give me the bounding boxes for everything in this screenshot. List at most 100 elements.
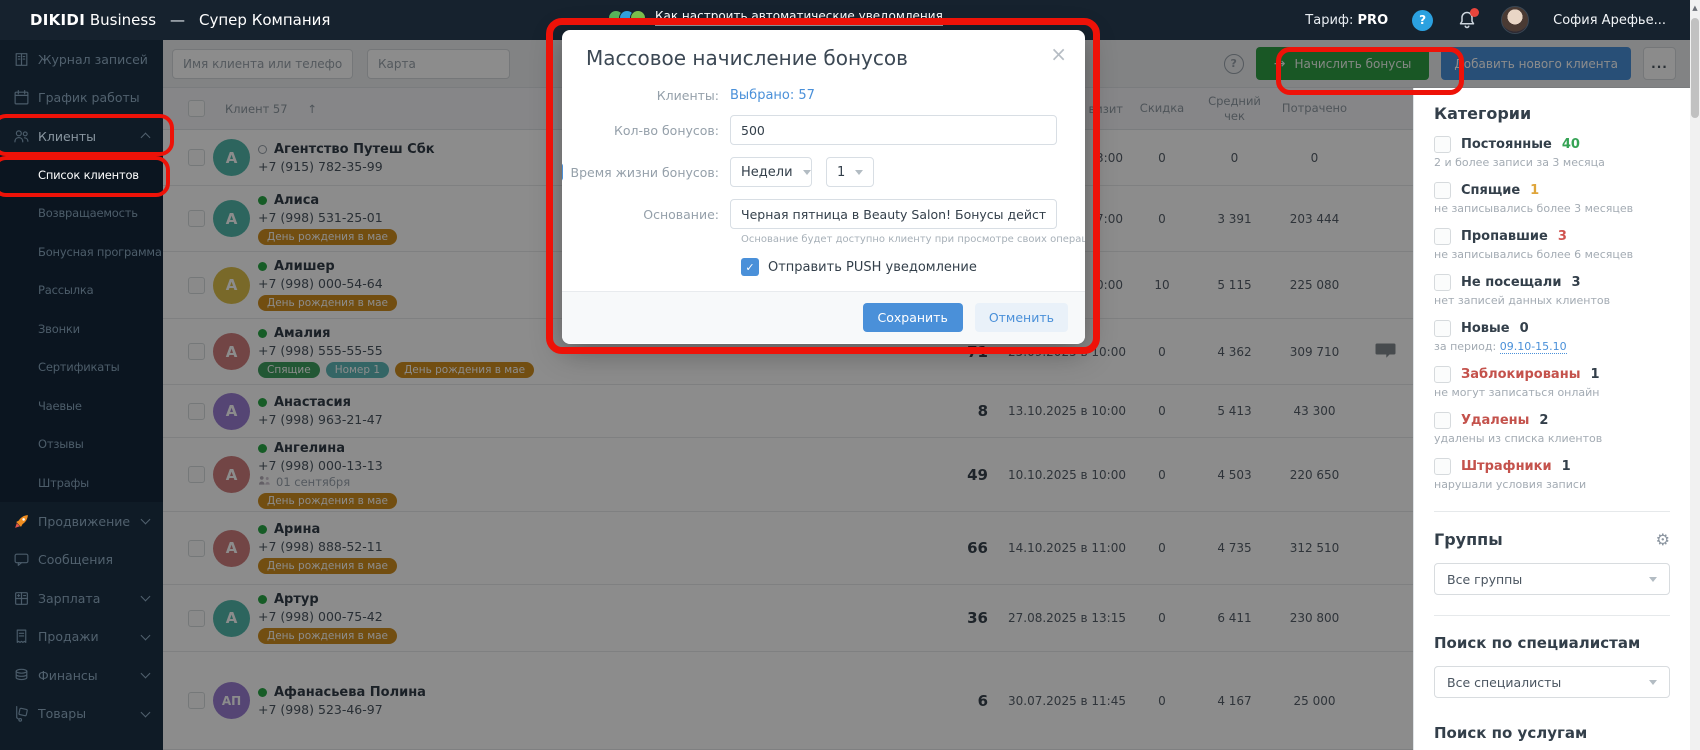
scrollbar-thumb[interactable] bbox=[1691, 18, 1699, 118]
push-checkbox[interactable] bbox=[741, 258, 759, 276]
brand-name: DIKIDI bbox=[30, 11, 85, 29]
sidebar-item-sales[interactable]: Продажи bbox=[0, 618, 163, 657]
amount-label: Кол-во бонусов: bbox=[562, 123, 730, 138]
chevron-down-icon bbox=[1649, 577, 1657, 582]
tariff-value: PRO bbox=[1358, 13, 1389, 28]
close-icon[interactable]: × bbox=[1050, 44, 1067, 64]
groups-select[interactable]: Все группы bbox=[1434, 563, 1670, 595]
bonus-amount-input[interactable] bbox=[730, 115, 1057, 145]
category-label: Не посещали bbox=[1461, 275, 1561, 290]
category-checkbox[interactable] bbox=[1434, 458, 1451, 475]
specialists-title: Поиск по специалистам bbox=[1434, 634, 1670, 652]
sidebar-item-calls[interactable]: Звонки bbox=[0, 310, 163, 349]
company-name[interactable]: Супер Компания bbox=[199, 11, 330, 29]
category-label: Заблокированы bbox=[1461, 367, 1580, 382]
sidebar-item-salary[interactable]: Зарплата bbox=[0, 579, 163, 618]
chevron-up-icon bbox=[141, 133, 151, 143]
user-name[interactable]: София Арефье... bbox=[1553, 13, 1666, 28]
sidebar-item-label: Возвращаемость bbox=[38, 206, 138, 220]
sidebar-item-label: Клиенты bbox=[38, 129, 96, 144]
cancel-button[interactable]: Отменить bbox=[975, 303, 1068, 332]
category-regular: Постоянные402 и более записи за 3 месяца bbox=[1434, 136, 1670, 169]
category-checkbox[interactable] bbox=[1434, 274, 1451, 291]
scroll-up-icon[interactable] bbox=[1690, 0, 1700, 12]
divider bbox=[1434, 511, 1670, 512]
selected-clients-link[interactable]: Выбрано: 57 bbox=[730, 88, 815, 103]
category-count: 40 bbox=[1562, 137, 1580, 152]
lifetime-label: Время жизни бонусов: bbox=[562, 163, 730, 181]
sidebar-item-bonus-program[interactable]: Бонусная программа bbox=[0, 233, 163, 272]
sidebar-item-label: Сообщения bbox=[38, 552, 113, 567]
groups-title: Группы bbox=[1434, 530, 1503, 549]
scrollbar[interactable] bbox=[1690, 0, 1700, 750]
help-icon[interactable]: ? bbox=[1412, 10, 1433, 31]
category-checkbox[interactable] bbox=[1434, 366, 1451, 383]
sidebar-item-label: Список клиентов bbox=[38, 168, 139, 182]
save-button[interactable]: Сохранить bbox=[863, 303, 963, 332]
gear-icon[interactable] bbox=[1656, 530, 1670, 549]
sidebar-item-schedule[interactable]: График работы bbox=[0, 79, 163, 118]
services-title: Поиск по услугам bbox=[1434, 724, 1670, 742]
clients-icon bbox=[13, 128, 30, 145]
category-label: Спящие bbox=[1461, 183, 1520, 198]
category-not-visited: Не посещали3нет записей данных клиентов bbox=[1434, 274, 1670, 307]
lifetime-unit-select[interactable]: Недели bbox=[730, 157, 812, 187]
user-avatar[interactable] bbox=[1501, 6, 1529, 34]
promo-banner[interactable]: Как настроить автоматические уведомления bbox=[608, 9, 943, 26]
category-checkbox[interactable] bbox=[1434, 136, 1451, 153]
sidebar-item-client-list[interactable]: Список клиентов bbox=[0, 156, 163, 195]
sidebar-item-label: Финансы bbox=[38, 668, 98, 683]
category-description: удалены из списка клиентов bbox=[1434, 432, 1670, 445]
specialists-select[interactable]: Все специалисты bbox=[1434, 666, 1670, 698]
promo-link[interactable]: Как настроить автоматические уведомления bbox=[655, 9, 943, 26]
sidebar-item-finance[interactable]: Финансы bbox=[0, 656, 163, 695]
category-description: не могут записаться онлайн bbox=[1434, 386, 1670, 399]
divider bbox=[1434, 615, 1670, 616]
chevron-down-icon bbox=[1649, 680, 1657, 685]
category-count: 2 bbox=[1539, 413, 1548, 428]
sidebar-item-mailing[interactable]: Рассылка bbox=[0, 271, 163, 310]
sidebar-item-journal[interactable]: Журнал записей bbox=[0, 40, 163, 79]
mass-bonus-modal: Массовое начисление бонусов × Клиенты: В… bbox=[562, 30, 1085, 344]
brand-separator: — bbox=[170, 11, 185, 29]
sidebar-item-label: Отзывы bbox=[38, 437, 84, 451]
sidebar-item-label: График работы bbox=[38, 90, 140, 105]
promotion-icon bbox=[13, 513, 30, 530]
chevron-down-icon bbox=[141, 592, 151, 602]
reason-hint: Основание будет доступно клиенту при про… bbox=[741, 234, 1085, 245]
sidebar-item-label: Товары bbox=[38, 706, 86, 721]
sidebar-item-promotion[interactable]: Продвижение bbox=[0, 502, 163, 541]
lifetime-checkbox[interactable] bbox=[562, 163, 563, 181]
sidebar-item-tips[interactable]: Чаевые bbox=[0, 387, 163, 426]
sales-icon bbox=[13, 628, 30, 645]
category-sleeping: Спящие1не записывались более 3 месяцев bbox=[1434, 182, 1670, 215]
sidebar-item-clients[interactable]: Клиенты bbox=[0, 117, 163, 156]
category-label: Пропавшие bbox=[1461, 229, 1548, 244]
sidebar-item-penalties[interactable]: Штрафы bbox=[0, 464, 163, 503]
category-checkbox[interactable] bbox=[1434, 182, 1451, 199]
category-description: 2 и более записи за 3 месяца bbox=[1434, 156, 1670, 169]
sidebar-item-reviews[interactable]: Отзывы bbox=[0, 425, 163, 464]
sidebar-item-label: Продажи bbox=[38, 629, 99, 644]
sidebar-item-messages[interactable]: Сообщения bbox=[0, 541, 163, 580]
period-link[interactable]: 09.10-15.10 bbox=[1500, 340, 1567, 354]
chevron-down-icon bbox=[141, 630, 151, 640]
sidebar-item-goods[interactable]: Товары bbox=[0, 695, 163, 734]
reason-input[interactable] bbox=[730, 199, 1057, 229]
reason-label: Основание: bbox=[562, 207, 730, 222]
messenger-icons bbox=[608, 10, 646, 26]
category-new: Новые0за период: 09.10-15.10 bbox=[1434, 320, 1670, 353]
category-checkbox[interactable] bbox=[1434, 412, 1451, 429]
sidebar-item-label: Штрафы bbox=[38, 476, 89, 490]
category-count: 3 bbox=[1571, 275, 1580, 290]
category-description: нарушали условия записи bbox=[1434, 478, 1670, 491]
app-logo[interactable]: DIKIDI Business bbox=[30, 11, 156, 29]
sidebar-item-label: Звонки bbox=[38, 322, 80, 336]
category-count: 0 bbox=[1520, 321, 1529, 336]
category-checkbox[interactable] bbox=[1434, 228, 1451, 245]
notifications-bell-icon[interactable] bbox=[1457, 10, 1477, 30]
sidebar-item-certificates[interactable]: Сертификаты bbox=[0, 348, 163, 387]
category-checkbox[interactable] bbox=[1434, 320, 1451, 337]
lifetime-count-select[interactable]: 1 bbox=[826, 157, 874, 187]
sidebar-item-returns[interactable]: Возвращаемость bbox=[0, 194, 163, 233]
